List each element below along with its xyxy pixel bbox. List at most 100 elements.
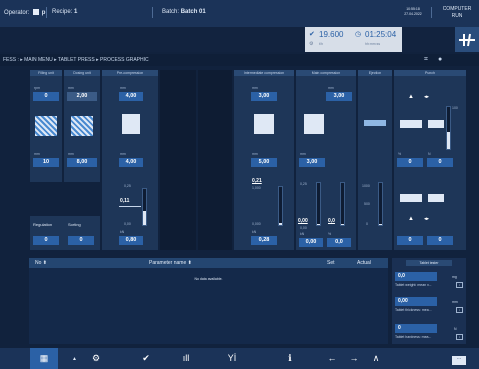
regulation-value[interactable]: 0 [33, 236, 59, 245]
expand-up-icon[interactable]: ▲ [72, 356, 77, 362]
intermediate-gauge-fill [279, 223, 282, 225]
dosing-unit-top-value[interactable]: 2,00 [67, 92, 97, 101]
batch-label: Batch: [162, 9, 180, 15]
main-kn-unit: kN [300, 232, 305, 236]
punch-drop-icon: ▲ [408, 94, 414, 100]
grid-view-icon[interactable]: ⌗ [424, 56, 428, 64]
main-left-gauge-fill [317, 224, 320, 225]
tablet-thickness-info-button[interactable]: i [456, 307, 463, 313]
tablet-thickness-value[interactable]: 0,00 [395, 297, 437, 306]
count-unit: t/h [319, 42, 323, 46]
tablet-weight-info-button[interactable]: i [456, 282, 463, 288]
punch-left-value[interactable]: 0 [397, 158, 423, 167]
punch-arrows2-icon: ◂▸ [424, 216, 430, 222]
divider [152, 7, 153, 18]
punch-panel: Punch ▲ ◂▸ 100 % N 0 0 ▲ ◂▸ 0 0 [394, 70, 466, 250]
operator-value: p [41, 10, 46, 16]
punch-title: Punch [394, 70, 466, 76]
empty-column [198, 70, 232, 250]
statistics-nav-icon[interactable]: ıll [172, 348, 200, 369]
sorting-value[interactable]: 0 [68, 236, 94, 245]
main-right-gauge-fill [341, 224, 344, 225]
punch-left-unit: % [398, 152, 402, 156]
punch-upper-icon [400, 120, 422, 128]
main-bottom-unit: mm [300, 152, 306, 156]
filling-unit-speed[interactable]: 0 [33, 92, 59, 101]
arrow-up-icon[interactable]: ∧ [362, 348, 390, 369]
punch-gauge-fill [447, 132, 450, 149]
breadcrumb[interactable]: FESS : ▸ MAIN MENU ▸ TABLET PRESS ▸ PROC… [3, 57, 149, 63]
tablet-hardness-value[interactable]: 0 [395, 324, 437, 333]
operator-info[interactable]: Operator: p [4, 9, 45, 16]
main-scale-lo: 0,00 [300, 226, 307, 230]
main-compression-panel: Main compression mm 3,00 mm 3,00 0,25 0,… [296, 70, 356, 250]
precompression-bottom-value[interactable]: 4,00 [119, 158, 143, 167]
intermediate-top-value[interactable]: 3,00 [251, 92, 277, 101]
column-set[interactable]: Set [327, 260, 335, 266]
recipe-info[interactable]: Recipe: 1 [52, 9, 77, 15]
filling-unit-depth[interactable]: 10 [33, 158, 59, 167]
column-no[interactable]: No ⬍ [35, 260, 47, 266]
filling-unit-title: Filling unit [30, 70, 62, 76]
tools-nav-icon[interactable]: Yİ [218, 348, 246, 369]
camera-icon[interactable]: ● [438, 56, 442, 63]
info-nav-icon[interactable]: ℹ [276, 348, 304, 369]
main-pct-value[interactable]: 0,0 [327, 238, 351, 247]
tablet-tester-title: Tablet tester [406, 260, 452, 266]
intermediate-kn-unit: kN [252, 230, 257, 234]
precompression-top-unit: mm [120, 86, 126, 90]
parameter-table-body: No data available. [29, 268, 388, 344]
precompression-top-value[interactable]: 4,00 [119, 92, 143, 101]
dosing-unit-top-unit: mm [68, 86, 74, 90]
punch-right-unit: N [428, 152, 431, 156]
intermediate-bottom-value[interactable]: 5,00 [251, 158, 277, 167]
column-parameter-name[interactable]: Parameter name ⬍ [149, 260, 192, 266]
ejection-panel: Ejection 1000 500 0 [358, 70, 392, 250]
main-top-value[interactable]: 3,00 [326, 92, 352, 101]
batch-info[interactable]: Batch: Batch 01 [162, 9, 206, 15]
divider [431, 7, 432, 18]
tablet-hardness-info-button[interactable]: i [456, 334, 463, 340]
count-value: 19.600 [319, 30, 344, 39]
precompression-kn-value[interactable]: 0,80 [119, 236, 143, 245]
regulation-sorting-panel: Regulation Sorting 0 0 [30, 216, 100, 250]
punch-right2-value[interactable]: 0 [427, 236, 453, 245]
punch-left2-value[interactable]: 0 [397, 236, 423, 245]
punch-lower-icon [400, 194, 422, 202]
settings-nav-icon[interactable]: ⚙ [82, 348, 110, 369]
recipe-label: Recipe: [52, 9, 73, 15]
punch-right-value[interactable]: 0 [427, 158, 453, 167]
check-nav-icon[interactable]: ✔ [132, 348, 160, 369]
main-compression-title: Main compression [296, 70, 356, 76]
filling-unit-icon [35, 116, 57, 136]
punch-arrows-icon: ◂▸ [424, 94, 430, 100]
intermediate-kn-value[interactable]: 0,28 [251, 236, 277, 245]
main-kn-value[interactable]: 0,00 [299, 238, 323, 247]
precompression-roller-icon [122, 114, 140, 134]
intermediate-compression-panel: Intermediate compression mm 3,00 mm 5,00… [234, 70, 294, 250]
main-right-gauge-value: 0,0 [328, 218, 335, 224]
main-left-gauge-value: 0,00 [298, 218, 308, 224]
dosing-unit-icon [71, 116, 93, 136]
tablet-weight-value[interactable]: 0,0 [395, 272, 437, 281]
ejection-gauge [378, 182, 383, 226]
dosing-unit-panel: Dosing unit mm 2,00 mm 8,00 [64, 70, 100, 182]
ejection-scale-hi: 1000 [362, 184, 370, 188]
main-bottom-value[interactable]: 3,00 [299, 158, 325, 167]
table-empty-message: No data available. [194, 277, 223, 281]
filling-unit-top-unit: rpm [34, 86, 41, 90]
tablet-weight-label: Tablet weight: mean v... [395, 283, 432, 287]
more-menu-icon[interactable]: ··· [452, 356, 466, 365]
column-actual[interactable]: Actual [357, 260, 371, 266]
precompression-gauge [142, 188, 147, 226]
process-graphic-nav-icon[interactable]: ▦ [30, 348, 58, 369]
punch-drop2-icon: ▲ [408, 216, 414, 222]
ejection-scale-mid: 500 [364, 202, 370, 206]
mode-line2: RUN [451, 13, 463, 19]
intermediate-gauge-value: 0,21 [252, 178, 262, 184]
ejection-gauge-fill [379, 224, 382, 225]
tablet-hardness-unit: N [454, 327, 457, 331]
dosing-unit-bottom-value[interactable]: 8,00 [67, 158, 97, 167]
intermediate-gauge [278, 186, 283, 226]
datetime: 10:55:18 27.04.2022 [398, 7, 428, 17]
